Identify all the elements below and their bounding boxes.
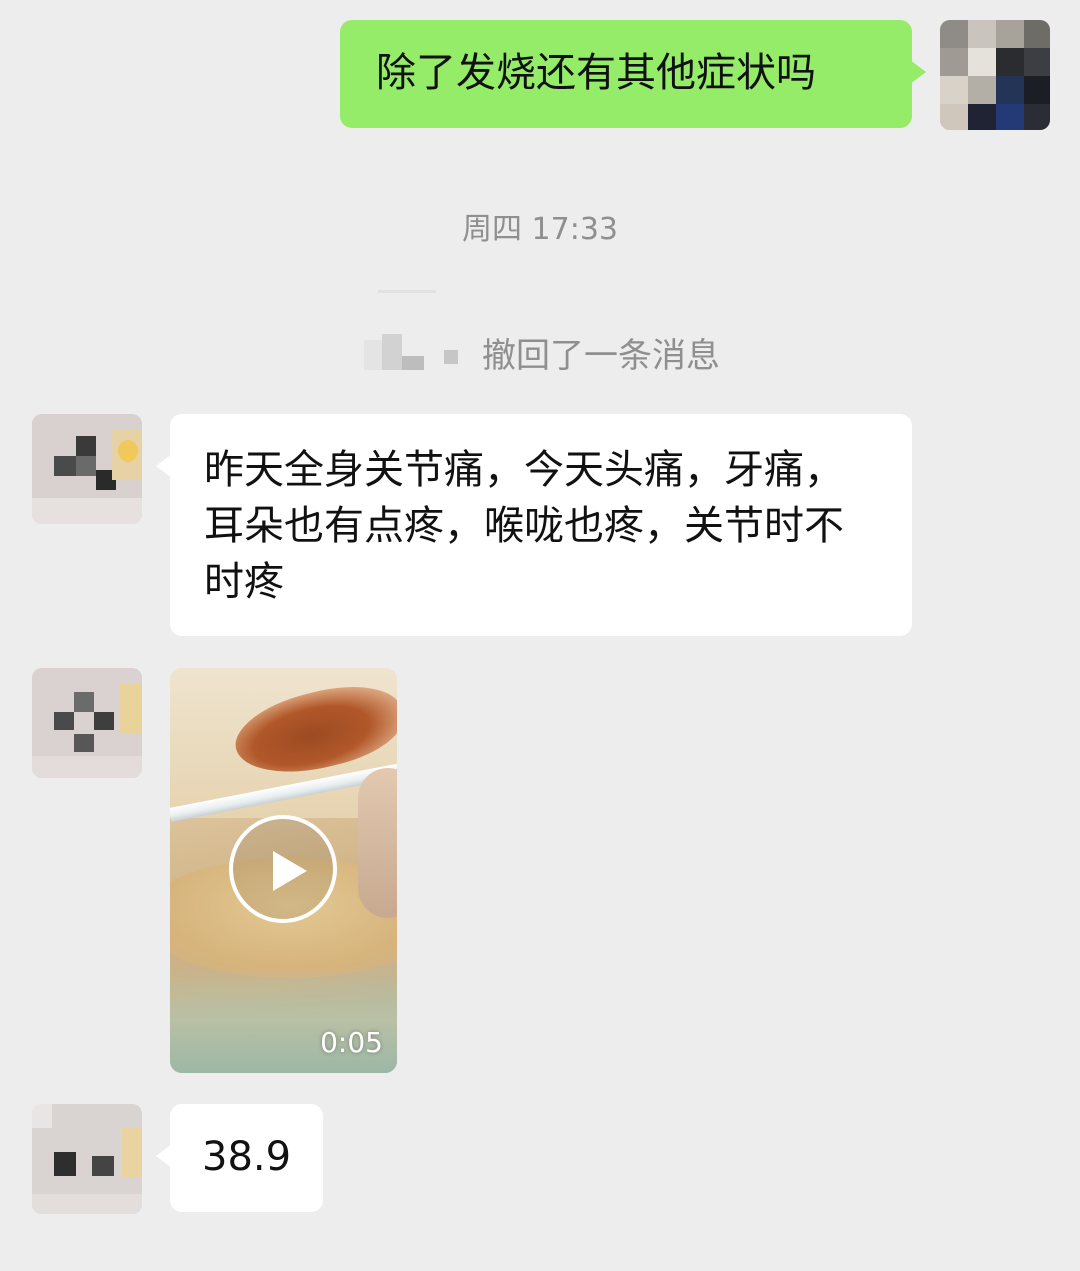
recall-text: 撤回了一条消息 xyxy=(482,335,720,376)
recall-notice: 撤回了一条消息 xyxy=(352,324,720,380)
peer-avatar[interactable] xyxy=(32,414,142,524)
video-message[interactable]: 0:05 xyxy=(170,668,397,1073)
incoming-message-bubble[interactable]: 昨天全身关节痛，今天头痛，牙痛，耳朵也有点疼，喉咙也疼，关节时不时疼 xyxy=(156,414,912,636)
incoming-message-bubble[interactable]: 38.9 xyxy=(156,1104,323,1212)
blurred-username xyxy=(352,330,458,374)
message-timestamp: 周四 17:33 xyxy=(462,212,618,247)
message-text: 38.9 xyxy=(202,1134,292,1180)
message-text: 除了发烧还有其他症状吗 xyxy=(376,50,816,96)
video-duration: 0:05 xyxy=(320,1026,383,1059)
divider xyxy=(378,290,436,293)
play-triangle-icon xyxy=(273,851,307,891)
message-text: 昨天全身关节痛，今天头痛，牙痛，耳朵也有点疼，喉咙也疼，关节时不时疼 xyxy=(204,447,844,605)
play-icon[interactable] xyxy=(229,815,337,923)
chat-view: 除了发烧还有其他症状吗 周四 17:33 撤回了一条消息 昨天全身关节痛，今天头… xyxy=(0,0,1080,1271)
peer-avatar[interactable] xyxy=(32,1104,142,1214)
outgoing-message-bubble[interactable]: 除了发烧还有其他症状吗 xyxy=(340,20,926,128)
self-avatar[interactable] xyxy=(940,20,1050,130)
peer-avatar[interactable] xyxy=(32,668,142,778)
video-thumbnail-hand xyxy=(358,768,397,918)
